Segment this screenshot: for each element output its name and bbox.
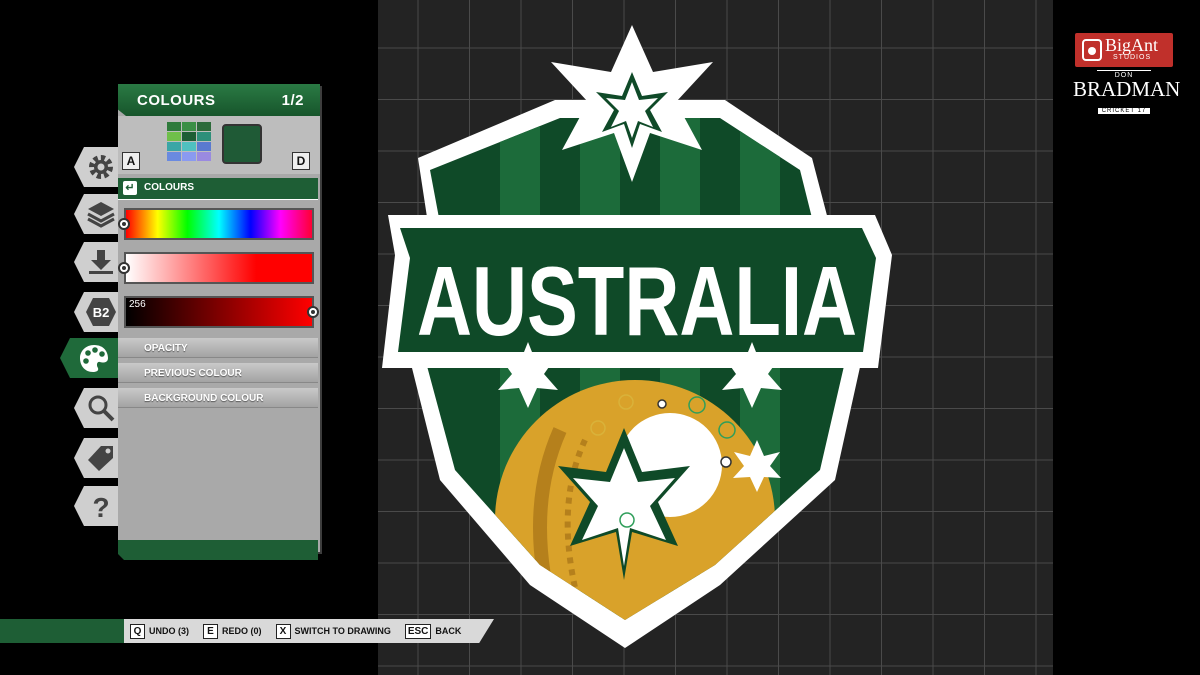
key-q: Q [130, 623, 145, 639]
help-icon: ? [92, 492, 109, 521]
australia-badge-logo: AUSTRALIA [382, 25, 892, 648]
panel-title: COLOURS [137, 92, 216, 109]
colours-panel: COLOURS 1/2 A D ↵ COLOURS 256 OPACITY PR… [118, 84, 320, 560]
gear-icon [89, 155, 113, 179]
don-bradman-cricket-logo: DON BRADMAN CRICKET 17 [1073, 70, 1181, 117]
panel-header: COLOURS 1/2 [118, 84, 320, 116]
settings-tab[interactable] [74, 147, 120, 187]
hue-slider[interactable] [124, 208, 314, 240]
ant-icon [1082, 39, 1102, 61]
opacity-option[interactable]: OPACITY [118, 338, 318, 358]
palette-grid-swatch[interactable] [167, 122, 213, 166]
previous-colour-label: PREVIOUS COLOUR [144, 368, 242, 379]
panel-footer [118, 540, 318, 560]
panel-page-indicator: 1/2 [281, 92, 304, 109]
download-icon [89, 250, 113, 274]
switch-to-drawing-hint[interactable]: X SWITCH TO DRAWING [275, 623, 391, 639]
prev-key-a[interactable]: A [122, 152, 140, 170]
bigant-text: BigAnt [1105, 35, 1159, 55]
import-tab[interactable] [74, 242, 120, 282]
bigant-studios-logo: BigAnt STUDIOS [1075, 33, 1173, 67]
brightness-value: 256 [129, 299, 146, 310]
tag-tab[interactable] [74, 438, 120, 478]
colours-section-label: COLOURS [144, 182, 194, 193]
bigant-subtext: STUDIOS [1113, 54, 1152, 61]
svg-text:B2: B2 [93, 305, 110, 320]
search-icon [88, 395, 115, 422]
b2-tab[interactable]: B2 [74, 292, 120, 332]
hint-bar-accent [0, 619, 125, 643]
palette-icon [80, 345, 108, 372]
previous-colour-option[interactable]: PREVIOUS COLOUR [118, 363, 318, 383]
opacity-label: OPACITY [144, 343, 188, 354]
undo-label: UNDO (3) [149, 626, 189, 636]
colours-section-row[interactable]: ↵ COLOURS [118, 178, 318, 200]
tag-icon [88, 446, 113, 471]
bradman-name-text: BRADMAN [1073, 77, 1181, 101]
next-key-d[interactable]: D [292, 152, 310, 170]
key-esc: ESC [404, 623, 432, 639]
key-x: X [275, 623, 291, 639]
redo-hint[interactable]: E REDO (0) [203, 623, 262, 639]
background-colour-label: BACKGROUND COLOUR [144, 393, 264, 404]
redo-label: REDO (0) [222, 626, 262, 636]
key-e: E [203, 623, 218, 639]
back-hint[interactable]: ESC BACK [404, 623, 462, 639]
svg-text:?: ? [92, 492, 109, 521]
switch-to-drawing-label: SWITCH TO DRAWING [294, 626, 391, 636]
help-tab[interactable]: ? [74, 486, 120, 526]
back-label: BACK [435, 626, 462, 636]
b2-icon: B2 [86, 298, 116, 326]
controls-hint-bar: Q UNDO (3) E REDO (0) X SWITCH TO DRAWIN… [124, 619, 494, 643]
layers-icon [87, 202, 115, 228]
hue-slider-handle[interactable] [118, 218, 130, 230]
current-colour-swatch[interactable] [222, 124, 262, 164]
background-colour-option[interactable]: BACKGROUND COLOUR [118, 388, 318, 408]
undo-hint[interactable]: Q UNDO (3) [130, 623, 189, 639]
saturation-slider-handle[interactable] [118, 262, 130, 274]
zoom-tab[interactable] [74, 388, 120, 428]
enter-icon: ↵ [123, 181, 137, 195]
logo-text: AUSTRALIA [417, 246, 857, 356]
bradman-sub-text: CRICKET 17 [1097, 108, 1151, 114]
swatch-area: A D [118, 116, 320, 174]
brightness-slider[interactable]: 256 [124, 296, 314, 328]
colours-tab[interactable] [60, 338, 120, 378]
saturation-slider[interactable] [124, 252, 314, 284]
layers-tab[interactable] [74, 194, 120, 234]
brightness-slider-handle[interactable] [307, 306, 319, 318]
